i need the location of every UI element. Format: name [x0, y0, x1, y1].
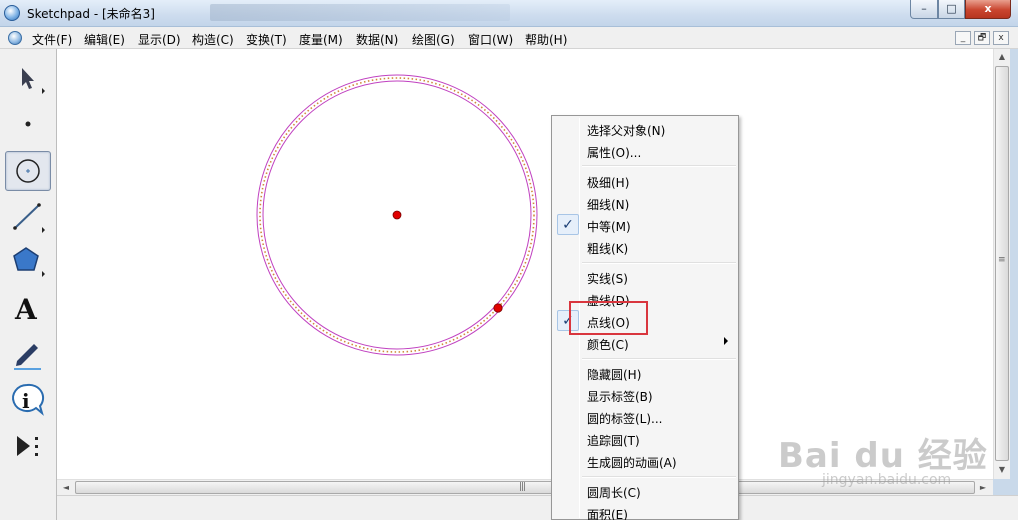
menu-separator: [582, 476, 736, 478]
document-icon[interactable]: [8, 31, 22, 45]
circle-icon: [16, 159, 40, 183]
menu-item-label: 面积(E): [587, 508, 628, 520]
title-bar: Sketchpad - [未命名3] – □ x: [0, 0, 1018, 27]
menu-separator: [582, 165, 736, 167]
text-a-icon: A: [14, 293, 38, 326]
menu-item-label: 隐藏圆(H): [587, 368, 642, 382]
sketch-canvas[interactable]: [57, 49, 993, 479]
watermark-logo: Bai du 经验: [778, 436, 988, 476]
menu-file[interactable]: 文件(F): [32, 31, 72, 48]
menu-item-label: 细线(N): [587, 198, 630, 212]
menu-item-color[interactable]: 颜色(C): [554, 332, 736, 354]
svg-text:A: A: [14, 293, 38, 326]
compass-tool[interactable]: [5, 151, 51, 191]
submenu-arrow-icon: [724, 337, 728, 345]
horizontal-grip-icon: |||: [519, 482, 526, 492]
circle-radius-point[interactable]: [493, 303, 503, 313]
menu-bar: 文件(F) 编辑(E) 显示(D) 构造(C) 变换(T) 度量(M) 数据(N…: [0, 27, 1018, 49]
menu-item-label: 圆周长(C): [587, 486, 641, 500]
menu-measure[interactable]: 度量(M): [299, 31, 343, 48]
menu-item-label: 追踪圆(T): [587, 434, 640, 448]
sketchpad-app-icon[interactable]: [4, 5, 20, 21]
minimize-button[interactable]: –: [910, 0, 938, 19]
maximize-button[interactable]: □: [938, 0, 965, 19]
menu-help[interactable]: 帮助(H): [525, 31, 567, 48]
menu-item-label: 实线(S): [587, 272, 628, 286]
menu-item-thin[interactable]: 细线(N): [554, 192, 736, 214]
selection-arrow-tool[interactable]: [5, 59, 51, 99]
menu-item-label: 中等(M): [587, 220, 631, 234]
straightedge-tool[interactable]: [5, 197, 51, 237]
menu-item-hide-circle[interactable]: 隐藏圆(H): [554, 362, 736, 384]
menu-item-label: 圆的标签(L)...: [587, 412, 663, 426]
window-title: Sketchpad - [未命名3]: [27, 7, 155, 21]
pentagon-icon: [13, 247, 45, 277]
watermark-url: jingyan.baidu.com: [822, 472, 952, 488]
doc-close-button[interactable]: x: [993, 31, 1009, 45]
info-icon: i: [12, 383, 45, 416]
menu-construct[interactable]: 构造(C): [192, 31, 234, 48]
menu-item-label: 选择父对象(N): [587, 124, 666, 138]
menu-separator: [582, 358, 736, 360]
menu-item-very-thin[interactable]: 极细(H): [554, 170, 736, 192]
text-tool[interactable]: A: [5, 288, 51, 328]
menu-item-label: 显示标签(B): [587, 390, 653, 404]
menu-edit[interactable]: 编辑(E): [84, 31, 125, 48]
menu-item-thick[interactable]: 粗线(K): [554, 236, 736, 258]
doc-restore-button[interactable]: 🗗: [974, 31, 990, 45]
status-bar: [57, 495, 1018, 520]
information-tool[interactable]: i: [5, 380, 51, 420]
svg-text:i: i: [22, 389, 30, 413]
point-icon: [25, 121, 31, 127]
close-button[interactable]: x: [965, 0, 1011, 19]
scroll-right-arrow[interactable]: ►: [975, 483, 991, 492]
arrow-icon: [22, 68, 45, 94]
scroll-up-arrow[interactable]: ▲: [994, 52, 1010, 61]
menu-item-solid[interactable]: 实线(S): [554, 266, 736, 288]
menu-item-label: 生成圆的动画(A): [587, 456, 677, 470]
pen-icon: [14, 344, 41, 370]
polygon-tool[interactable]: [5, 242, 51, 282]
menu-window[interactable]: 窗口(W): [468, 31, 513, 48]
menu-item-properties[interactable]: 属性(O)...: [554, 140, 736, 162]
menu-display[interactable]: 显示(D): [138, 31, 181, 48]
baidu-watermark: Bai du 经验 jingyan.baidu.com: [778, 428, 988, 488]
menu-item-trace-circle[interactable]: 追踪圆(T): [554, 428, 736, 450]
title-bar-background-blur: [210, 4, 510, 21]
menu-item-show-label[interactable]: 显示标签(B): [554, 384, 736, 406]
annotation-highlight-box: [569, 301, 648, 335]
menu-separator: [582, 262, 736, 264]
scroll-down-arrow[interactable]: ▼: [994, 465, 1010, 474]
line-icon: [13, 203, 45, 233]
marker-tool[interactable]: [5, 333, 51, 373]
menu-item-animate-circle[interactable]: 生成圆的动画(A): [554, 450, 736, 472]
menu-item-circumference[interactable]: 圆周长(C): [554, 480, 736, 502]
vertical-scrollbar[interactable]: ▲ ≡ ▼: [993, 49, 1010, 479]
doc-minimize-button[interactable]: _: [955, 31, 971, 45]
checkmark-icon: ✓: [557, 214, 579, 235]
menu-item-label: 颜色(C): [587, 338, 629, 352]
menu-item-label: 属性(O)...: [587, 146, 642, 160]
play-menu-icon: [17, 436, 38, 456]
menu-item-label: 极细(H): [587, 176, 630, 190]
menu-item-circle-label[interactable]: 圆的标签(L)...: [554, 406, 736, 428]
menu-item-select-parent[interactable]: 选择父对象(N): [554, 118, 736, 140]
menu-item-medium[interactable]: ✓ 中等(M): [554, 214, 736, 236]
point-tool[interactable]: [5, 104, 51, 144]
menu-item-area[interactable]: 面积(E): [554, 502, 736, 520]
toolbox: A i: [0, 49, 57, 520]
scroll-left-arrow[interactable]: ◄: [58, 483, 74, 492]
geometry-drawing: [256, 74, 538, 356]
circle-center-point[interactable]: [392, 210, 402, 220]
custom-tool[interactable]: [5, 426, 51, 466]
menu-graph[interactable]: 绘图(G): [412, 31, 455, 48]
menu-data[interactable]: 数据(N): [356, 31, 398, 48]
menu-transform[interactable]: 变换(T): [246, 31, 287, 48]
menu-item-label: 粗线(K): [587, 242, 629, 256]
vertical-grip-icon: ≡: [998, 255, 1005, 265]
